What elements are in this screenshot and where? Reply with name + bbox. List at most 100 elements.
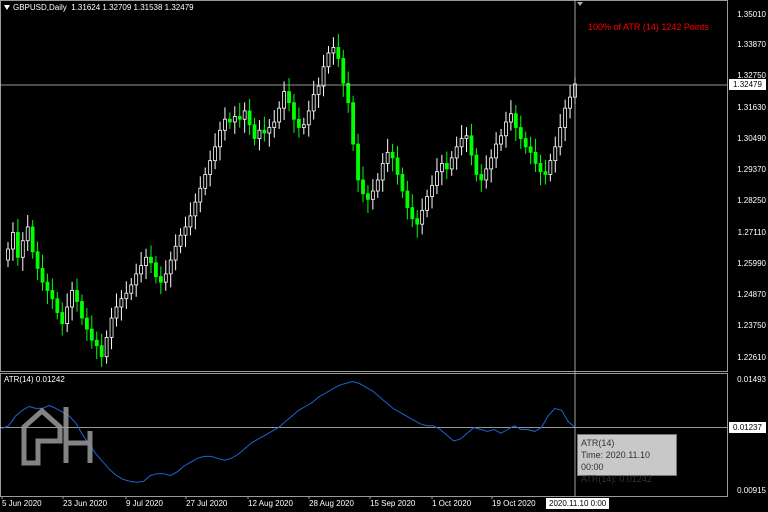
candle-body [400, 174, 405, 192]
atr-percent-note: 100% of ATR (14) 1242 Points [588, 22, 709, 32]
candle-body [420, 209, 425, 225]
candle-body [435, 171, 439, 186]
price-tick: 1.25990 [737, 259, 766, 268]
candle-body [395, 157, 400, 175]
candle-body [198, 187, 203, 203]
candle-body [237, 116, 242, 120]
candle-body [301, 124, 306, 128]
candle-body [449, 157, 454, 170]
candle-body [321, 66, 326, 87]
candle-body [242, 110, 247, 120]
tooltip-time: Time: 2020.11.10 00:00 [581, 450, 651, 472]
candle-body [366, 193, 370, 200]
price-tick: 1.28250 [737, 196, 766, 205]
candle-body [479, 174, 484, 181]
candle-body [553, 146, 558, 162]
candle-body [272, 121, 277, 128]
candle-body [494, 143, 499, 159]
candle-body [50, 290, 55, 300]
candle-body [415, 218, 420, 225]
time-tick: 19 Oct 2020 [492, 499, 536, 508]
indicator-label: ATR(14) 0.01242 [4, 375, 65, 384]
dropdown-triangle-icon[interactable] [4, 5, 10, 11]
candle-body [183, 226, 188, 236]
price-tick: 1.33870 [737, 40, 766, 49]
candle-body [70, 290, 74, 308]
candle-body [425, 196, 429, 211]
candle-body [267, 127, 272, 134]
candle-body [193, 201, 198, 217]
candle-body [173, 245, 178, 261]
candle-body [518, 127, 523, 139]
candle-body [538, 163, 543, 173]
candle-body [158, 276, 163, 283]
time-tick: 15 Sep 2020 [370, 499, 416, 508]
candle-body [489, 157, 494, 170]
candle-body [20, 240, 25, 258]
candle-body [543, 171, 548, 175]
time-tick: 1 Oct 2020 [432, 499, 472, 508]
candle-body [292, 102, 296, 120]
candle-body [55, 298, 60, 313]
candle-body [464, 135, 469, 139]
candle-body [144, 256, 148, 266]
watermark-logo-icon [21, 407, 93, 466]
shift-marker-icon [577, 2, 583, 6]
candle-body [558, 127, 563, 148]
candle-body [25, 226, 30, 242]
chart-title: GBPUSD,Daily 1.31624 1.32709 1.31538 1.3… [4, 3, 194, 12]
candle-body [208, 160, 213, 175]
ohlc-values: 1.31624 1.32709 1.31538 1.32479 [71, 3, 194, 12]
candle-body [11, 232, 15, 250]
candle-body [499, 135, 503, 145]
atr-axis-bottom: 0.00915 [737, 486, 766, 495]
candle-body [223, 118, 227, 131]
candle-body [149, 256, 153, 264]
candle-body [30, 226, 35, 253]
price-tick: 1.35010 [737, 10, 766, 19]
candle-body [484, 168, 489, 181]
candle-body [45, 281, 50, 291]
candle-body [504, 121, 508, 137]
candle-body [346, 82, 351, 104]
tooltip-name: ATR(14) [581, 438, 615, 448]
candle-body [405, 190, 410, 208]
time-tick: 23 Jun 2020 [63, 499, 108, 508]
candle-body [351, 102, 356, 145]
time-tick: 5 Jun 2020 [2, 499, 42, 508]
candle-body [513, 113, 518, 128]
candle-body [84, 317, 89, 330]
candle-body [109, 317, 114, 338]
candle-body [444, 163, 449, 170]
candle-body [247, 110, 252, 126]
candle-body [60, 312, 65, 324]
candle-body [35, 251, 40, 269]
tooltip-value: ATR(14): 0.01242 [581, 474, 652, 484]
price-tick: 1.30490 [737, 134, 766, 143]
price-tick: 1.27110 [737, 228, 766, 237]
candle-body [40, 267, 45, 283]
candle-body [282, 91, 287, 109]
candle-body [252, 124, 257, 139]
candle-body [213, 146, 217, 162]
candle-body [361, 179, 365, 195]
candle-body [134, 273, 139, 286]
candle-body [568, 96, 572, 109]
candle-body [99, 345, 104, 358]
candle-body [331, 47, 336, 54]
candle-body [124, 292, 129, 300]
candle-body [311, 93, 316, 112]
candle-body [89, 328, 94, 341]
candle-body [509, 113, 513, 123]
price-tick: 1.31630 [737, 103, 766, 112]
candle-body [104, 336, 109, 358]
price-tick: 1.24870 [737, 290, 766, 299]
candle-body [390, 151, 395, 159]
current-atr-tag: 0.01237 [729, 422, 766, 433]
candle-body [356, 143, 360, 181]
time-tick: 9 Jul 2020 [126, 499, 163, 508]
candle-body [6, 248, 10, 261]
candle-body [375, 179, 380, 192]
candle-body [218, 129, 222, 148]
candle-body [154, 262, 158, 278]
